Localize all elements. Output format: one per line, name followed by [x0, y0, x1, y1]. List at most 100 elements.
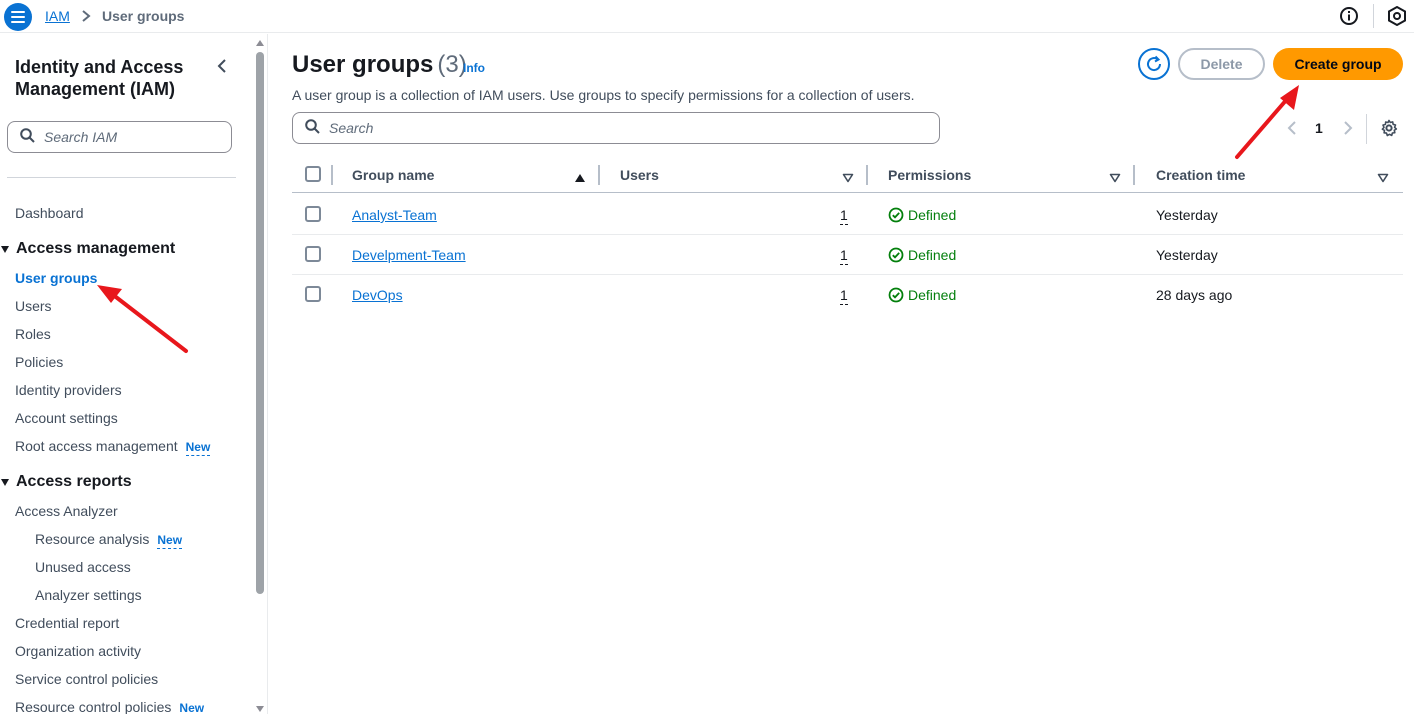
page-title: User groups (3): [292, 51, 467, 79]
permission-status-text: Defined: [908, 247, 957, 263]
group-name-link[interactable]: Develpment-Team: [352, 247, 466, 263]
sidebar-item-account-settings[interactable]: Account settings: [15, 410, 118, 426]
sidebar-item-roles[interactable]: Roles: [15, 326, 51, 342]
check-circle-icon: [888, 207, 904, 223]
refresh-icon: [1147, 55, 1162, 72]
sort-ascending-icon[interactable]: [574, 170, 586, 186]
sidebar: Identity and Access Management (IAM) Das…: [0, 34, 252, 714]
sort-descending-icon[interactable]: [1109, 170, 1121, 186]
row-checkbox[interactable]: [305, 206, 321, 222]
sidebar-scrollbar-thumb[interactable]: [256, 52, 264, 594]
users-count[interactable]: 1: [840, 287, 848, 305]
sidebar-item-root-access-management[interactable]: Root access management New: [15, 438, 211, 456]
new-badge: New: [179, 701, 205, 714]
pagination-page[interactable]: 1: [1315, 120, 1323, 136]
new-badge: New: [157, 533, 183, 549]
creation-time: Yesterday: [1156, 247, 1218, 263]
row-divider: [292, 234, 1403, 235]
breadcrumb-iam-link[interactable]: IAM: [45, 8, 70, 24]
sidebar-item-service-control-policies[interactable]: Service control policies: [15, 671, 158, 687]
sidebar-item-users[interactable]: Users: [15, 298, 52, 314]
chevron-right-icon: [79, 7, 93, 28]
sidebar-section-access-reports[interactable]: Access reports: [0, 473, 132, 491]
chevron-right-icon[interactable]: [1342, 120, 1354, 139]
caret-down-icon: [1, 245, 9, 253]
top-navigation-bar: IAM User groups: [0, 0, 1414, 33]
refresh-button[interactable]: [1138, 48, 1170, 80]
page-description: A user group is a collection of IAM user…: [292, 87, 915, 103]
row-checkbox[interactable]: [305, 246, 321, 262]
section-label: Access reports: [16, 473, 132, 490]
check-circle-icon: [888, 247, 904, 263]
row-checkbox[interactable]: [305, 286, 321, 302]
search-icon: [20, 128, 35, 146]
permission-status-text: Defined: [908, 287, 957, 303]
column-separator[interactable]: [598, 165, 600, 185]
sidebar-item-label: Resource control policies: [15, 699, 172, 714]
sidebar-item-policies[interactable]: Policies: [15, 354, 63, 370]
table-header-border: [292, 192, 1403, 193]
sidebar-divider: [7, 177, 236, 178]
sidebar-item-resource-control-policies[interactable]: Resource control policies New: [15, 699, 204, 714]
caret-down-icon: [1, 478, 9, 486]
permission-status: Defined: [888, 207, 956, 223]
group-name-link[interactable]: Analyst-Team: [352, 207, 437, 223]
scroll-down-arrow[interactable]: [256, 706, 264, 712]
page-title-text: User groups: [292, 51, 434, 78]
breadcrumb-current: User groups: [102, 8, 185, 24]
creation-time: 28 days ago: [1156, 287, 1233, 303]
permission-status: Defined: [888, 287, 956, 303]
group-search-input[interactable]: [329, 120, 929, 136]
new-badge: New: [185, 440, 211, 456]
sidebar-section-access-management[interactable]: Access management: [0, 240, 175, 258]
group-name-link[interactable]: DevOps: [352, 287, 403, 303]
search-icon: [305, 119, 320, 137]
check-circle-icon: [888, 287, 904, 303]
column-header-group-name[interactable]: Group name: [352, 167, 434, 183]
sidebar-item-identity-providers[interactable]: Identity providers: [15, 382, 122, 398]
sidebar-item-label: Resource analysis: [35, 531, 150, 547]
users-count[interactable]: 1: [840, 207, 848, 225]
sidebar-search-input[interactable]: [44, 129, 224, 145]
column-separator[interactable]: [1133, 165, 1135, 185]
creation-time: Yesterday: [1156, 207, 1218, 223]
top-bar-divider: [1373, 4, 1374, 28]
info-link[interactable]: Info: [463, 61, 485, 75]
column-separator: [331, 165, 333, 185]
permission-status-text: Defined: [908, 207, 957, 223]
sort-descending-icon[interactable]: [1377, 170, 1389, 186]
sidebar-item-unused-access[interactable]: Unused access: [35, 559, 131, 575]
hexagon-icon[interactable]: [1388, 5, 1406, 29]
sidebar-item-credential-report[interactable]: Credential report: [15, 615, 119, 631]
sidebar-search[interactable]: [7, 121, 232, 153]
section-label: Access management: [16, 240, 176, 257]
select-all-checkbox[interactable]: [305, 166, 321, 182]
settings-icon[interactable]: [1380, 119, 1398, 140]
scroll-up-arrow[interactable]: [256, 40, 264, 46]
collapse-sidebar-icon[interactable]: [215, 58, 229, 77]
column-header-permissions[interactable]: Permissions: [888, 167, 971, 183]
chevron-left-icon[interactable]: [1286, 120, 1298, 139]
delete-button[interactable]: Delete: [1178, 48, 1265, 80]
sidebar-item-organization-activity[interactable]: Organization activity: [15, 643, 141, 659]
pagination-divider: [1366, 114, 1367, 144]
sidebar-item-resource-analysis[interactable]: Resource analysis New: [35, 531, 183, 549]
info-circle-icon[interactable]: [1339, 6, 1359, 29]
sort-descending-icon[interactable]: [842, 170, 854, 186]
column-header-users[interactable]: Users: [620, 167, 659, 183]
sidebar-item-analyzer-settings[interactable]: Analyzer settings: [35, 587, 142, 603]
users-count[interactable]: 1: [840, 247, 848, 265]
menu-icon[interactable]: [4, 3, 32, 31]
row-divider: [292, 274, 1403, 275]
sidebar-title: Identity and Access Management (IAM): [15, 57, 184, 99]
column-header-creation-time[interactable]: Creation time: [1156, 167, 1245, 183]
create-group-button[interactable]: Create group: [1273, 48, 1403, 80]
permission-status: Defined: [888, 247, 956, 263]
sidebar-item-user-groups[interactable]: User groups: [15, 270, 97, 286]
content-divider: [267, 34, 268, 714]
sidebar-item-dashboard[interactable]: Dashboard: [15, 205, 84, 221]
column-separator[interactable]: [866, 165, 868, 185]
sidebar-item-label: Root access management: [15, 438, 178, 454]
group-search[interactable]: [292, 112, 940, 144]
sidebar-item-access-analyzer[interactable]: Access Analyzer: [15, 503, 118, 519]
